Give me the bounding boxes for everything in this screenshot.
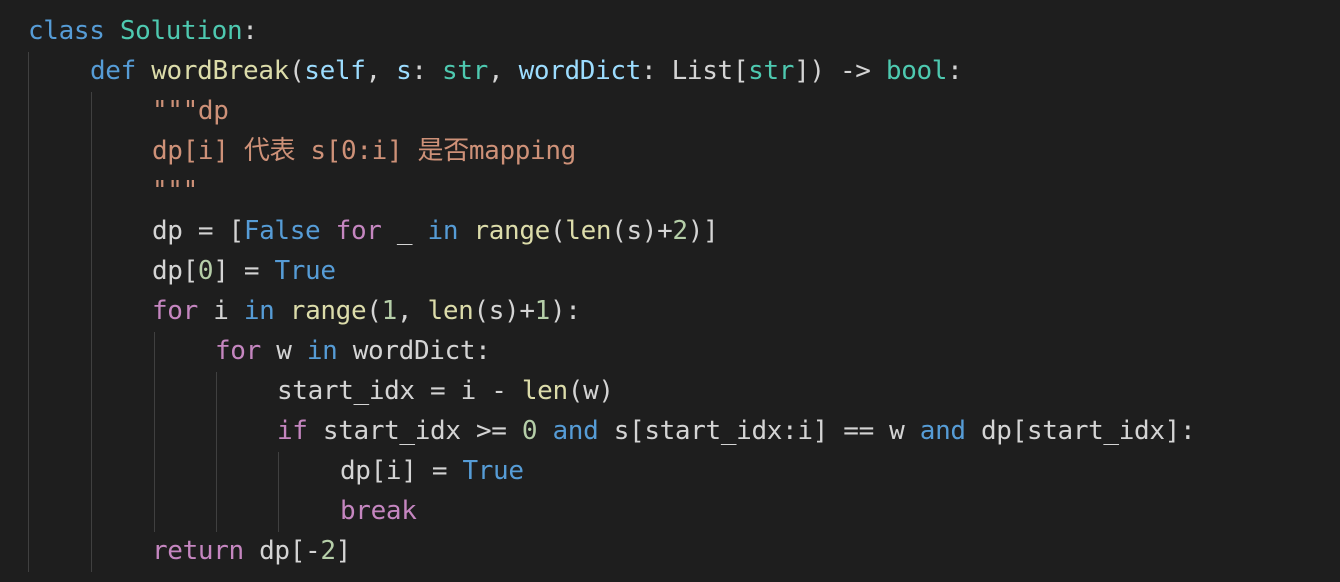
punct: [	[732, 56, 749, 86]
code-text: (	[549, 216, 566, 246]
class-name: Solution	[119, 16, 243, 46]
punct: :	[641, 56, 672, 86]
keyword-for: for	[152, 296, 198, 326]
docstring: """dp	[152, 96, 229, 126]
type-bool: bool	[885, 56, 948, 86]
keyword-true: True	[274, 256, 336, 286]
punct: (	[288, 56, 305, 86]
code-text: i	[197, 296, 244, 326]
keyword-class: class	[28, 16, 105, 46]
code-text: ] =	[213, 256, 275, 286]
code-line-3: """dp	[152, 91, 229, 131]
punct: :	[947, 56, 963, 86]
code-line-4: dp[i] 代表 s[0:i] 是否mapping	[152, 131, 576, 171]
keyword-break: break	[340, 496, 417, 526]
number: 0	[521, 416, 538, 446]
keyword-true: True	[462, 456, 524, 486]
punct: ,	[487, 56, 519, 86]
param-worddict: wordDict	[518, 56, 642, 86]
keyword-def: def	[90, 56, 136, 86]
code-line-13: break	[340, 491, 417, 531]
code-text: s[start_idx:i] == w	[598, 416, 920, 446]
punct: :	[242, 16, 258, 46]
builtin-len: len	[427, 296, 474, 326]
number: 2	[320, 536, 336, 566]
keyword-for: for	[215, 336, 261, 366]
param-self: self	[304, 56, 366, 86]
code-text: dp = [	[152, 216, 244, 246]
code-text: (w)	[567, 376, 614, 406]
code-text: )]	[687, 216, 719, 246]
code-text: ]	[335, 536, 352, 566]
code-line-6: dp = [False for _ in range(len(s)+2)]	[152, 211, 719, 251]
code-text: dp[	[152, 256, 198, 286]
code-editor[interactable]: class Solution: def wordBreak(self, s: s…	[0, 0, 1340, 582]
builtin-len: len	[521, 376, 568, 406]
code-text: dp[start_idx]:	[965, 416, 1196, 446]
code-text: _	[381, 216, 428, 246]
code-text: (s)+	[473, 296, 535, 326]
number: 2	[672, 216, 688, 246]
indent-guide-level-4	[216, 372, 217, 532]
code-text: ,	[396, 296, 428, 326]
keyword-in: in	[243, 296, 275, 326]
number: 1	[534, 296, 551, 326]
builtin-range: range	[473, 216, 550, 246]
code-line-12: dp[i] = True	[340, 451, 524, 491]
indent-guide-level-1	[28, 52, 29, 572]
code-text: (	[366, 296, 382, 326]
indent-guide-level-3	[154, 332, 155, 532]
code-line-1: class Solution:	[28, 11, 258, 51]
code-line-10: start_idx = i - len(w)	[277, 371, 614, 411]
code-line-5: """	[152, 171, 198, 211]
function-name: wordBreak	[151, 56, 289, 86]
code-text: dp[-	[243, 536, 321, 566]
punct: ]) ->	[794, 56, 886, 86]
code-line-7: dp[0] = True	[152, 251, 336, 291]
number: 0	[197, 256, 214, 286]
indent-guide-level-2	[91, 92, 92, 572]
keyword-false: False	[243, 216, 321, 246]
code-text: dp[i] =	[340, 456, 463, 486]
code-line-14: return dp[-2]	[152, 531, 351, 571]
keyword-return: return	[152, 536, 244, 566]
code-text: wordDict:	[337, 336, 491, 366]
code-text: (s)+	[611, 216, 673, 246]
keyword-in: in	[427, 216, 459, 246]
param-s: s	[396, 56, 412, 86]
keyword-and: and	[552, 416, 599, 446]
code-text: start_idx = i -	[277, 376, 522, 406]
docstring: dp[i] 代表 s[0:i] 是否mapping	[152, 136, 576, 166]
keyword-if: if	[277, 416, 308, 446]
indent-guide-level-5	[278, 452, 279, 532]
punct: :	[411, 56, 443, 86]
type-list: List	[671, 56, 734, 86]
code-text: ):	[549, 296, 581, 326]
type-str: str	[748, 56, 795, 86]
code-text: w	[260, 336, 307, 366]
punct: ,	[365, 56, 397, 86]
type-str: str	[442, 56, 488, 86]
docstring: """	[152, 176, 198, 206]
code-line-2: def wordBreak(self, s: str, wordDict: Li…	[90, 51, 963, 91]
keyword-in: in	[306, 336, 338, 366]
code-line-9: for w in wordDict:	[215, 331, 491, 371]
builtin-len: len	[565, 216, 612, 246]
code-text: start_idx >=	[307, 416, 522, 446]
keyword-for: for	[335, 216, 382, 246]
code-line-11: if start_idx >= 0 and s[start_idx:i] == …	[277, 411, 1196, 451]
builtin-range: range	[289, 296, 367, 326]
number: 1	[381, 296, 398, 326]
keyword-and: and	[919, 416, 966, 446]
code-line-8: for i in range(1, len(s)+1):	[152, 291, 581, 331]
